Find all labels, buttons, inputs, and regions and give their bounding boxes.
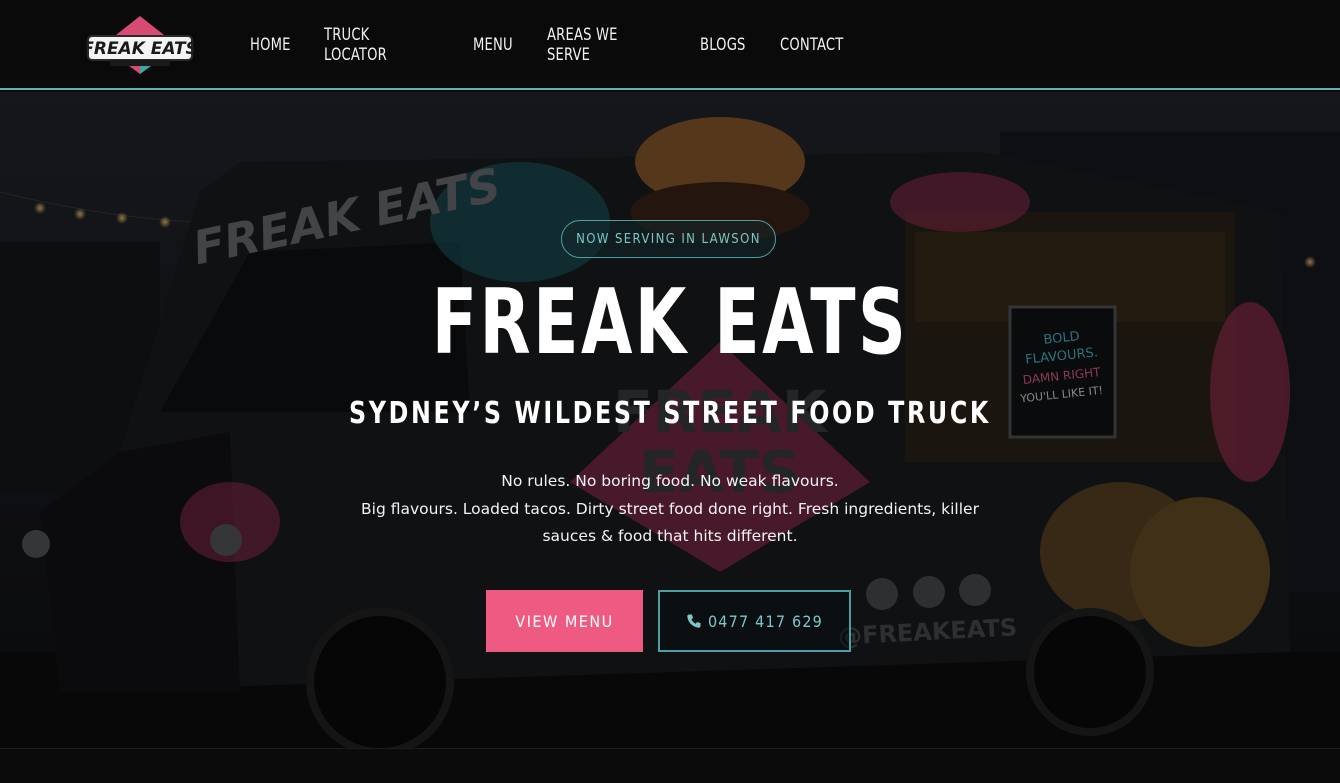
hero-section: BOLD FLAVOURS. DAMN RIGHT YOU'LL LIKE IT… [0,92,1340,748]
logo-wordmark: FREAK EATS [86,39,194,59]
serving-location-badge: NOW SERVING IN LAWSON [561,220,776,258]
page-bottom-strip [0,748,1340,783]
main-nav: HOME TRUCK LOCATOR MENU AREAS WE SERVE B… [250,0,878,90]
phone-icon [687,614,701,628]
hero-description-line: Big flavours. Loaded tacos. Dirty street… [361,499,979,518]
hero-subtitle: SYDNEY’S WILDEST STREET FOOD TRUCK [349,396,991,431]
hero-description: No rules. No boring food. No weak flavou… [330,468,1010,551]
call-phone-button[interactable]: 0477 417 629 [658,590,851,652]
site-header: FREAK EATS HOME TRUCK LOCATOR MENU AREAS… [0,0,1340,90]
phone-number: 0477 417 629 [707,611,824,631]
hero-description-line: sauces & food that hits different. [542,527,798,545]
nav-menu[interactable]: MENU [473,35,513,55]
nav-truck-locator[interactable]: TRUCK LOCATOR [324,25,423,65]
nav-home[interactable]: HOME [250,35,290,55]
nav-contact[interactable]: CONTACT [780,35,843,55]
hero-title: FREAK EATS [431,270,909,375]
nav-areas-we-serve[interactable]: AREAS WE SERVE [547,25,649,65]
freak-eats-logo[interactable]: FREAK EATS [82,14,198,76]
hero-description-line: No rules. No boring food. No weak flavou… [501,472,839,490]
nav-blogs[interactable]: BLOGS [700,35,745,55]
view-menu-button[interactable]: VIEW MENU [486,590,643,652]
